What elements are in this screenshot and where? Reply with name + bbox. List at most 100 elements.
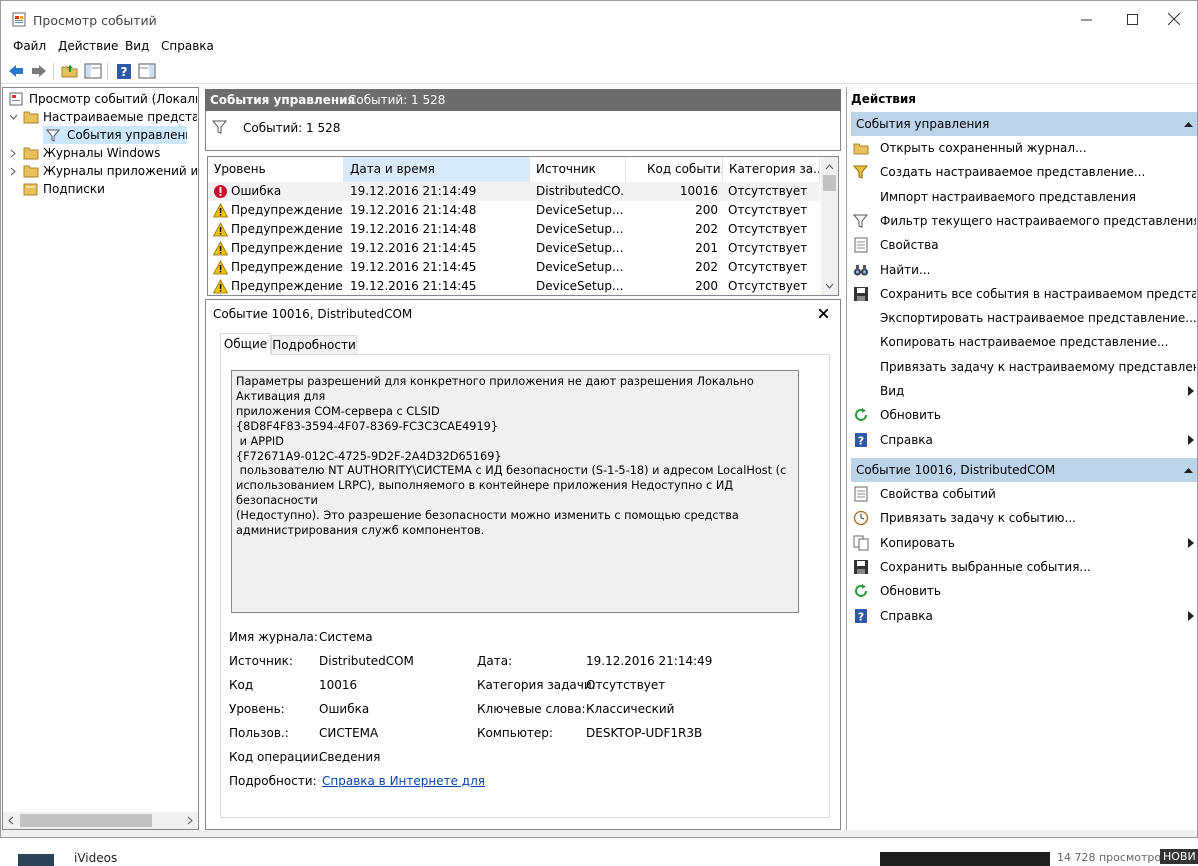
menu-view[interactable]: Вид — [125, 39, 149, 53]
menu-file[interactable]: Файл — [13, 39, 46, 53]
cell-level: Предупреждение — [231, 222, 343, 236]
column-header-level[interactable]: Уровень — [208, 157, 344, 182]
action-item[interactable]: Импорт настраиваемого представления — [851, 185, 1196, 209]
tree-item-windows-logs[interactable]: Журналы Windows — [9, 144, 197, 162]
tree-horizontal-scrollbar[interactable] — [3, 812, 198, 829]
label-opcode: Код операции: — [229, 750, 323, 764]
actions-section-admin-events[interactable]: События управления — [851, 112, 1197, 136]
column-header-task-category[interactable]: Категория за... — [723, 157, 820, 182]
scroll-up-icon[interactable] — [825, 163, 834, 171]
maximize-button[interactable] — [1109, 1, 1155, 37]
action-item[interactable]: Найти... — [851, 258, 1196, 282]
forward-arrow-icon[interactable] — [30, 62, 48, 80]
blank-icon — [853, 383, 869, 399]
scroll-left-icon[interactable] — [7, 816, 15, 825]
label-more-info: Подробности: — [229, 774, 317, 788]
cell-code: 201 — [695, 241, 718, 255]
label-computer: Компьютер: — [477, 726, 553, 740]
tab-details[interactable]: Подробности — [271, 335, 357, 355]
menu-help[interactable]: Справка — [161, 39, 214, 53]
collapse-section-icon[interactable] — [1184, 121, 1193, 127]
tree-item-admin-events[interactable]: События управления — [43, 126, 187, 144]
thumbnail-left — [18, 854, 54, 866]
action-item[interactable]: Свойства событий — [851, 482, 1196, 506]
folder-icon — [23, 147, 39, 160]
show-action-pane-icon[interactable] — [138, 62, 156, 80]
cell-category: Отсутствует — [728, 260, 808, 274]
action-item[interactable]: Вид — [851, 379, 1196, 403]
online-help-link[interactable]: Справка в Интернете для — [322, 774, 485, 788]
action-label: Создать настраиваемое представление... — [880, 165, 1146, 180]
table-row[interactable]: Ошибка 19.12.2016 21:14:49 DistributedCO..… — [208, 182, 820, 201]
action-item[interactable]: Фильтр текущего настраиваемого представл… — [851, 209, 1196, 233]
table-row[interactable]: Предупреждение 19.12.2016 21:14:45 DeviceS… — [208, 258, 820, 277]
action-item[interactable]: Привязать задачу к событию... — [851, 506, 1196, 530]
event-message[interactable]: Параметры разрешений для конкретного при… — [231, 370, 799, 613]
cell-code: 202 — [695, 260, 718, 274]
menu-action[interactable]: Действие — [58, 39, 118, 53]
warning-icon — [213, 279, 228, 294]
scroll-thumb[interactable] — [20, 814, 152, 827]
action-item[interactable]: Обновить — [851, 403, 1196, 427]
cell-source: DistributedCO... — [536, 184, 624, 198]
tree-item-subscriptions[interactable]: Подписки — [23, 180, 197, 198]
folder-up-icon[interactable] — [61, 62, 79, 80]
minimize-button[interactable] — [1063, 1, 1109, 37]
help-icon[interactable]: ? — [115, 62, 133, 80]
action-item[interactable]: Экспортировать настраиваемое представлен… — [851, 306, 1196, 330]
action-item[interactable]: Обновить — [851, 579, 1196, 603]
close-icon[interactable] — [819, 309, 828, 318]
action-label: Копировать настраиваемое представление..… — [880, 335, 1169, 350]
refresh-icon — [855, 408, 867, 422]
tree-item-root[interactable]: Просмотр событий (Локальнь — [9, 90, 197, 108]
grid-vertical-scrollbar[interactable] — [821, 157, 838, 295]
filter-event-count: Событий: 1 528 — [243, 121, 341, 135]
navigation-tree: Просмотр событий (Локальнь Настраиваемые… — [2, 87, 199, 830]
action-item[interactable]: Копировать — [851, 531, 1196, 555]
show-hide-tree-icon[interactable] — [84, 62, 102, 80]
title-bar: Просмотр событий — [1, 1, 1197, 37]
svg-text:?: ? — [858, 434, 864, 447]
collapse-section-icon[interactable] — [1184, 467, 1193, 473]
actions-section-event[interactable]: Событие 10016, DistributedCOM — [851, 458, 1197, 482]
filter-icon — [853, 214, 869, 228]
action-item[interactable]: Сохранить выбранные события... — [851, 555, 1196, 579]
action-label: Привязать задачу к событию... — [880, 511, 1076, 526]
table-row[interactable]: Предупреждение 19.12.2016 21:14:48 DeviceS… — [208, 220, 820, 239]
tree-item-custom-views[interactable]: Настраиваемые представле — [9, 108, 197, 126]
close-window-button[interactable] — [1151, 1, 1197, 37]
tab-general[interactable]: Общие — [220, 333, 271, 355]
general-tab-panel: Параметры разрешений для конкретного при… — [220, 354, 830, 818]
table-row[interactable]: Предупреждение 19.12.2016 21:14:45 DeviceS… — [208, 277, 820, 295]
action-item[interactable]: Копировать настраиваемое представление..… — [851, 330, 1196, 354]
column-header-date[interactable]: Дата и время — [344, 157, 530, 182]
chevron-down-icon[interactable] — [9, 113, 18, 122]
table-row[interactable]: Предупреждение 19.12.2016 21:14:48 DeviceS… — [208, 201, 820, 220]
action-item[interactable]: Открыть сохраненный журнал... — [851, 136, 1196, 160]
save-icon — [854, 559, 868, 574]
action-item[interactable]: ? Справка — [851, 428, 1196, 452]
action-item[interactable]: ? Справка — [851, 604, 1196, 628]
table-row[interactable]: Предупреждение 19.12.2016 21:14:45 DeviceS… — [208, 239, 820, 258]
action-item[interactable]: Создать настраиваемое представление... — [851, 160, 1196, 184]
value-source: DistributedCOM — [319, 654, 414, 668]
chevron-right-icon[interactable] — [9, 149, 18, 158]
cell-source: DeviceSetup... — [536, 260, 624, 274]
action-label: Обновить — [880, 408, 941, 423]
chevron-right-icon[interactable] — [9, 167, 18, 176]
cell-source: DeviceSetup... — [536, 279, 624, 293]
scroll-down-icon[interactable] — [825, 282, 834, 290]
action-item[interactable]: Привязать задачу к настраиваемому предст… — [851, 355, 1196, 379]
background-right-text: 14 728 просмотров — [1057, 851, 1168, 864]
save-icon — [854, 286, 868, 301]
cell-code: 200 — [695, 279, 718, 293]
scroll-right-icon[interactable] — [186, 816, 194, 825]
back-arrow-icon[interactable] — [7, 62, 25, 80]
column-header-event-id[interactable]: Код события — [626, 157, 723, 182]
scroll-thumb[interactable] — [823, 175, 836, 191]
warning-icon — [213, 203, 228, 218]
action-item[interactable]: Сохранить все события в настраиваемом пр… — [851, 282, 1196, 306]
action-item[interactable]: Свойства — [851, 233, 1196, 257]
column-header-source[interactable]: Источник — [530, 157, 626, 182]
tree-item-app-logs[interactable]: Журналы приложений и сл — [9, 162, 197, 180]
